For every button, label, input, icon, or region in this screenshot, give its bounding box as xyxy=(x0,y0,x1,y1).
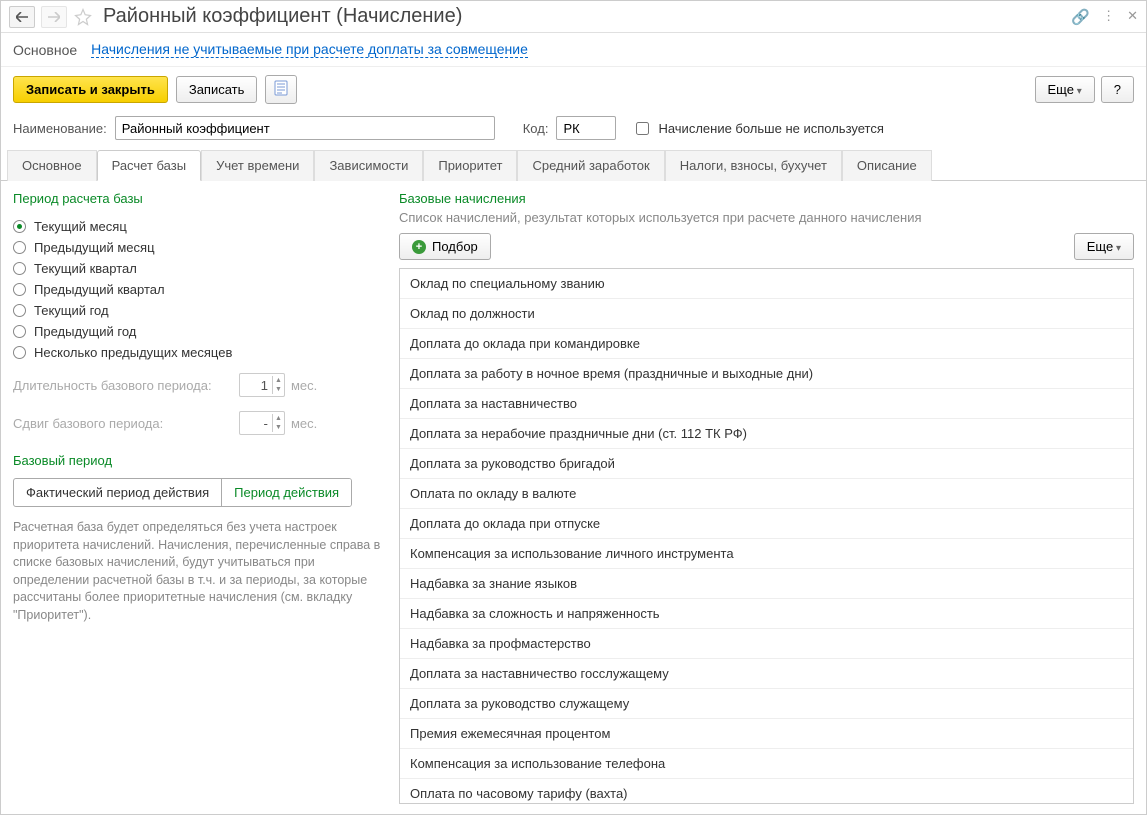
radio-row-3[interactable]: Предыдущий квартал xyxy=(13,279,383,300)
report-button[interactable] xyxy=(265,75,297,104)
document-icon xyxy=(274,80,288,96)
length-spinner[interactable]: ▲▼ xyxy=(239,373,285,397)
list-item[interactable]: Доплата за нерабочие праздничные дни (ст… xyxy=(400,419,1133,449)
pick-button[interactable]: + Подбор xyxy=(399,233,491,260)
list-item[interactable]: Компенсация за использование личного инс… xyxy=(400,539,1133,569)
list-item[interactable]: Оклад по специальному званию xyxy=(400,269,1133,299)
list-item[interactable]: Доплата до оклада при отпуске xyxy=(400,509,1133,539)
length-row: Длительность базового периода: ▲▼ мес. xyxy=(13,369,383,401)
radio-label: Текущий месяц xyxy=(34,219,127,234)
base-accruals-header: Базовые начисления xyxy=(399,191,1134,206)
favorite-star-icon[interactable] xyxy=(73,7,93,27)
tab-4[interactable]: Приоритет xyxy=(423,150,517,181)
plus-icon: + xyxy=(412,240,426,254)
list-item[interactable]: Доплата за работу в ночное время (праздн… xyxy=(400,359,1133,389)
seg-fact-period[interactable]: Фактический период действия xyxy=(14,479,221,506)
radio-label: Несколько предыдущих месяцев xyxy=(34,345,232,360)
radio-row-6[interactable]: Несколько предыдущих месяцев xyxy=(13,342,383,363)
tab-0[interactable]: Основное xyxy=(7,150,97,181)
titlebar: Районный коэффициент (Начисление) 🔗 ⋮ ✕ xyxy=(1,1,1146,33)
header-form-row: Наименование: Код: Начисление больше не … xyxy=(1,112,1146,150)
list-item[interactable]: Надбавка за сложность и напряженность xyxy=(400,599,1133,629)
nav-forward-button[interactable] xyxy=(41,6,67,28)
list-item[interactable]: Оклад по должности xyxy=(400,299,1133,329)
base-period-toggle: Фактический период действия Период дейст… xyxy=(13,478,352,507)
radio-icon xyxy=(13,346,26,359)
name-input[interactable] xyxy=(115,116,495,140)
help-button[interactable]: ? xyxy=(1101,76,1134,103)
radio-row-1[interactable]: Предыдущий месяц xyxy=(13,237,383,258)
list-item[interactable]: Оплата по окладу в валюте xyxy=(400,479,1133,509)
seg-action-period[interactable]: Период действия xyxy=(221,479,351,506)
base-period-header: Базовый период xyxy=(13,453,383,468)
top-links: Основное Начисления не учитываемые при р… xyxy=(1,33,1146,67)
save-and-close-button[interactable]: Записать и закрыть xyxy=(13,76,168,103)
pick-button-label: Подбор xyxy=(432,239,478,254)
top-link-excluded[interactable]: Начисления не учитываемые при расчете до… xyxy=(91,41,528,58)
radio-label: Текущий год xyxy=(34,303,109,318)
list-item[interactable]: Доплата за наставничество госслужащему xyxy=(400,659,1133,689)
window-title: Районный коэффициент (Начисление) xyxy=(103,5,1065,28)
radio-row-5[interactable]: Предыдущий год xyxy=(13,321,383,342)
tab-2[interactable]: Учет времени xyxy=(201,150,314,181)
list-item[interactable]: Оплата по часовому тарифу (вахта) xyxy=(400,779,1133,803)
radio-icon xyxy=(13,241,26,254)
list-item[interactable]: Доплата за наставничество xyxy=(400,389,1133,419)
arrow-right-icon xyxy=(48,12,60,22)
radio-icon xyxy=(13,304,26,317)
toolbar: Записать и закрыть Записать Еще ? xyxy=(1,67,1146,112)
radio-row-4[interactable]: Текущий год xyxy=(13,300,383,321)
shift-input xyxy=(240,413,272,433)
period-header: Период расчета базы xyxy=(13,191,383,206)
code-label: Код: xyxy=(523,121,549,136)
tab-5[interactable]: Средний заработок xyxy=(517,150,664,181)
inactive-label: Начисление больше не используется xyxy=(658,121,883,136)
list-item[interactable]: Надбавка за профмастерство xyxy=(400,629,1133,659)
length-input xyxy=(240,375,272,395)
tab-3[interactable]: Зависимости xyxy=(314,150,423,181)
save-button[interactable]: Записать xyxy=(176,76,258,103)
more-button[interactable]: Еще xyxy=(1035,76,1095,103)
link-icon[interactable]: 🔗 xyxy=(1071,8,1090,26)
length-label: Длительность базового периода: xyxy=(13,378,233,393)
tab-6[interactable]: Налоги, взносы, бухучет xyxy=(665,150,842,181)
tab-7[interactable]: Описание xyxy=(842,150,932,181)
accruals-list[interactable]: Оклад по специальному званиюОклад по дол… xyxy=(400,269,1133,803)
list-item[interactable]: Компенсация за использование телефона xyxy=(400,749,1133,779)
length-suffix: мес. xyxy=(291,378,317,393)
priority-hint: Расчетная база будет определяться без уч… xyxy=(13,519,383,624)
accruals-list-wrap: Оклад по специальному званиюОклад по дол… xyxy=(399,268,1134,804)
code-input[interactable] xyxy=(556,116,616,140)
radio-icon xyxy=(13,325,26,338)
radio-label: Предыдущий месяц xyxy=(34,240,155,255)
radio-row-2[interactable]: Текущий квартал xyxy=(13,258,383,279)
list-item[interactable]: Доплата за руководство бригадой xyxy=(400,449,1133,479)
list-item[interactable]: Доплата за руководство служащему xyxy=(400,689,1133,719)
kebab-menu-icon[interactable]: ⋮ xyxy=(1102,8,1115,26)
shift-label: Сдвиг базового периода: xyxy=(13,416,233,431)
list-more-button[interactable]: Еще xyxy=(1074,233,1134,260)
radio-label: Предыдущий год xyxy=(34,324,136,339)
radio-icon xyxy=(13,283,26,296)
radio-label: Предыдущий квартал xyxy=(34,282,165,297)
nav-back-button[interactable] xyxy=(9,6,35,28)
radio-row-0[interactable]: Текущий месяц xyxy=(13,216,383,237)
shift-suffix: мес. xyxy=(291,416,317,431)
inactive-checkbox[interactable] xyxy=(636,122,649,135)
top-link-main[interactable]: Основное xyxy=(13,42,77,58)
close-window-icon[interactable]: ✕ xyxy=(1127,8,1138,26)
arrow-left-icon xyxy=(16,12,28,22)
tabs: ОсновноеРасчет базыУчет времениЗависимос… xyxy=(1,150,1146,181)
radio-icon xyxy=(13,262,26,275)
name-label: Наименование: xyxy=(13,121,107,136)
list-item[interactable]: Премия ежемесячная процентом xyxy=(400,719,1133,749)
radio-icon xyxy=(13,220,26,233)
radio-label: Текущий квартал xyxy=(34,261,137,276)
tab-1[interactable]: Расчет базы xyxy=(97,150,202,181)
shift-row: Сдвиг базового периода: ▲▼ мес. xyxy=(13,407,383,439)
shift-spinner[interactable]: ▲▼ xyxy=(239,411,285,435)
list-item[interactable]: Надбавка за знание языков xyxy=(400,569,1133,599)
list-item[interactable]: Доплата до оклада при командировке xyxy=(400,329,1133,359)
base-accruals-sub: Список начислений, результат которых исп… xyxy=(399,210,1134,225)
